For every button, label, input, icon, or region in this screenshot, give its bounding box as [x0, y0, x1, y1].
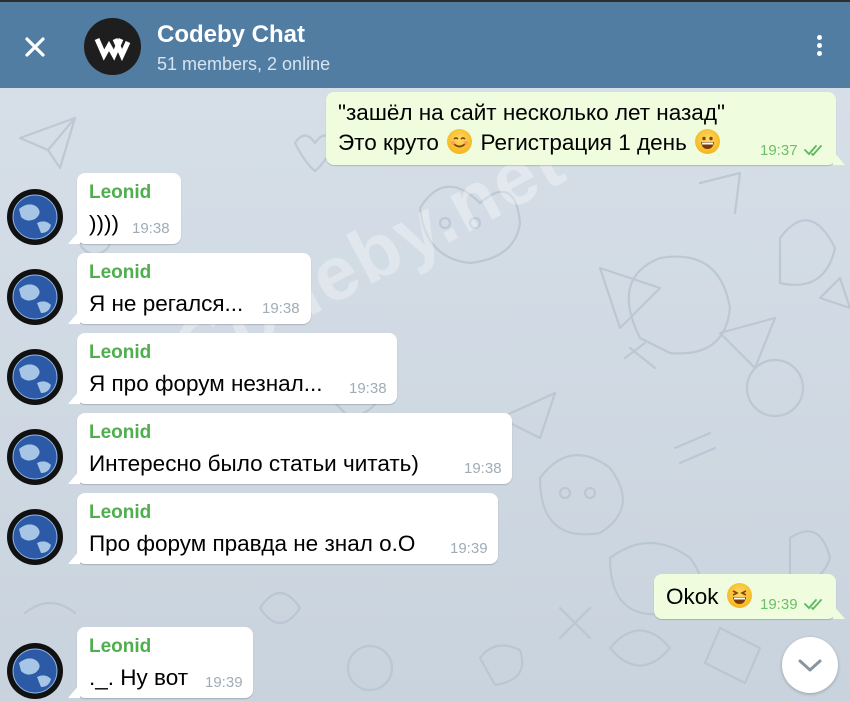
message-text-line1: "зашёл на сайт несколько лет назад" [338, 100, 725, 125]
avatar[interactable] [7, 429, 63, 485]
message-sender[interactable]: Leonid [89, 342, 151, 364]
message-outgoing[interactable]: Okok 19:39 [654, 574, 845, 619]
message-incoming[interactable]: Leonid )))) 19:38 [68, 173, 181, 244]
message-text: Интересно было статьи читать) [89, 451, 419, 476]
avatar[interactable] [7, 189, 63, 245]
earth-avatar-icon [12, 274, 58, 320]
message-text-line2: Это круто Регистрация 1 день [338, 129, 722, 156]
avatar[interactable] [7, 349, 63, 405]
more-vertical-icon [808, 35, 830, 56]
message-incoming[interactable]: Leonid Интересно было статьи читать) 19:… [68, 413, 512, 484]
message-sender[interactable]: Leonid [89, 502, 151, 524]
message-text: Okok [666, 584, 719, 609]
earth-avatar-icon [12, 194, 58, 240]
chat-header: Codeby Chat 51 members, 2 online [0, 0, 850, 88]
message-text: Я про форум незнал... [89, 371, 323, 396]
smiling-face-emoji-icon [447, 129, 473, 154]
message-sender[interactable]: Leonid [89, 422, 151, 444]
codeby-logo-icon [94, 37, 131, 62]
message-incoming[interactable]: Leonid Я не регался... 19:38 [68, 253, 311, 324]
chevron-down-icon [798, 659, 822, 672]
chat-title[interactable]: Codeby Chat [157, 21, 305, 49]
earth-avatar-icon [12, 514, 58, 560]
message-time: 19:39 [205, 674, 243, 691]
close-button[interactable] [18, 30, 52, 64]
message-time: 19:39 [450, 540, 488, 557]
message-time: 19:38 [349, 380, 387, 397]
more-menu-button[interactable] [808, 32, 830, 64]
earth-avatar-icon [12, 648, 58, 694]
message-outgoing[interactable]: "зашёл на сайт несколько лет назад" Это … [326, 92, 845, 165]
message-time: 19:37 [760, 142, 798, 159]
message-sender[interactable]: Leonid [89, 182, 151, 204]
avatar[interactable] [7, 509, 63, 565]
message-incoming[interactable]: Leonid ._. Ну вот 19:39 [68, 627, 253, 698]
message-time: 19:38 [132, 220, 170, 237]
grinning-face-emoji-icon [695, 129, 721, 154]
message-sender[interactable]: Leonid [89, 636, 151, 658]
message-time: 19:38 [262, 300, 300, 317]
laughing-face-emoji-icon [726, 583, 752, 608]
message-incoming[interactable]: Leonid Про форум правда не знал о.О 19:3… [68, 493, 498, 564]
double-check-icon [804, 145, 822, 157]
avatar[interactable] [7, 643, 63, 699]
scroll-to-bottom-button[interactable] [782, 637, 838, 693]
chat-member-status: 51 members, 2 online [157, 54, 331, 74]
close-icon [25, 37, 45, 57]
message-time: 19:38 [464, 460, 502, 477]
avatar[interactable] [7, 269, 63, 325]
message-text: )))) [89, 211, 119, 236]
message-text-part: Регистрация 1 день [480, 130, 687, 155]
message-time: 19:39 [760, 596, 798, 613]
group-avatar[interactable] [84, 18, 141, 75]
earth-avatar-icon [12, 434, 58, 480]
earth-avatar-icon [12, 354, 58, 400]
message-text-line: Okok [666, 583, 754, 610]
message-sender[interactable]: Leonid [89, 262, 151, 284]
message-text: ._. Ну вот [89, 665, 189, 690]
double-check-icon [804, 599, 822, 611]
message-text: Про форум правда не знал о.О [89, 531, 416, 556]
message-text-part: Это круто [338, 130, 439, 155]
message-text: Я не регался... [89, 291, 244, 316]
message-incoming[interactable]: Leonid Я про форум незнал... 19:38 [68, 333, 397, 404]
